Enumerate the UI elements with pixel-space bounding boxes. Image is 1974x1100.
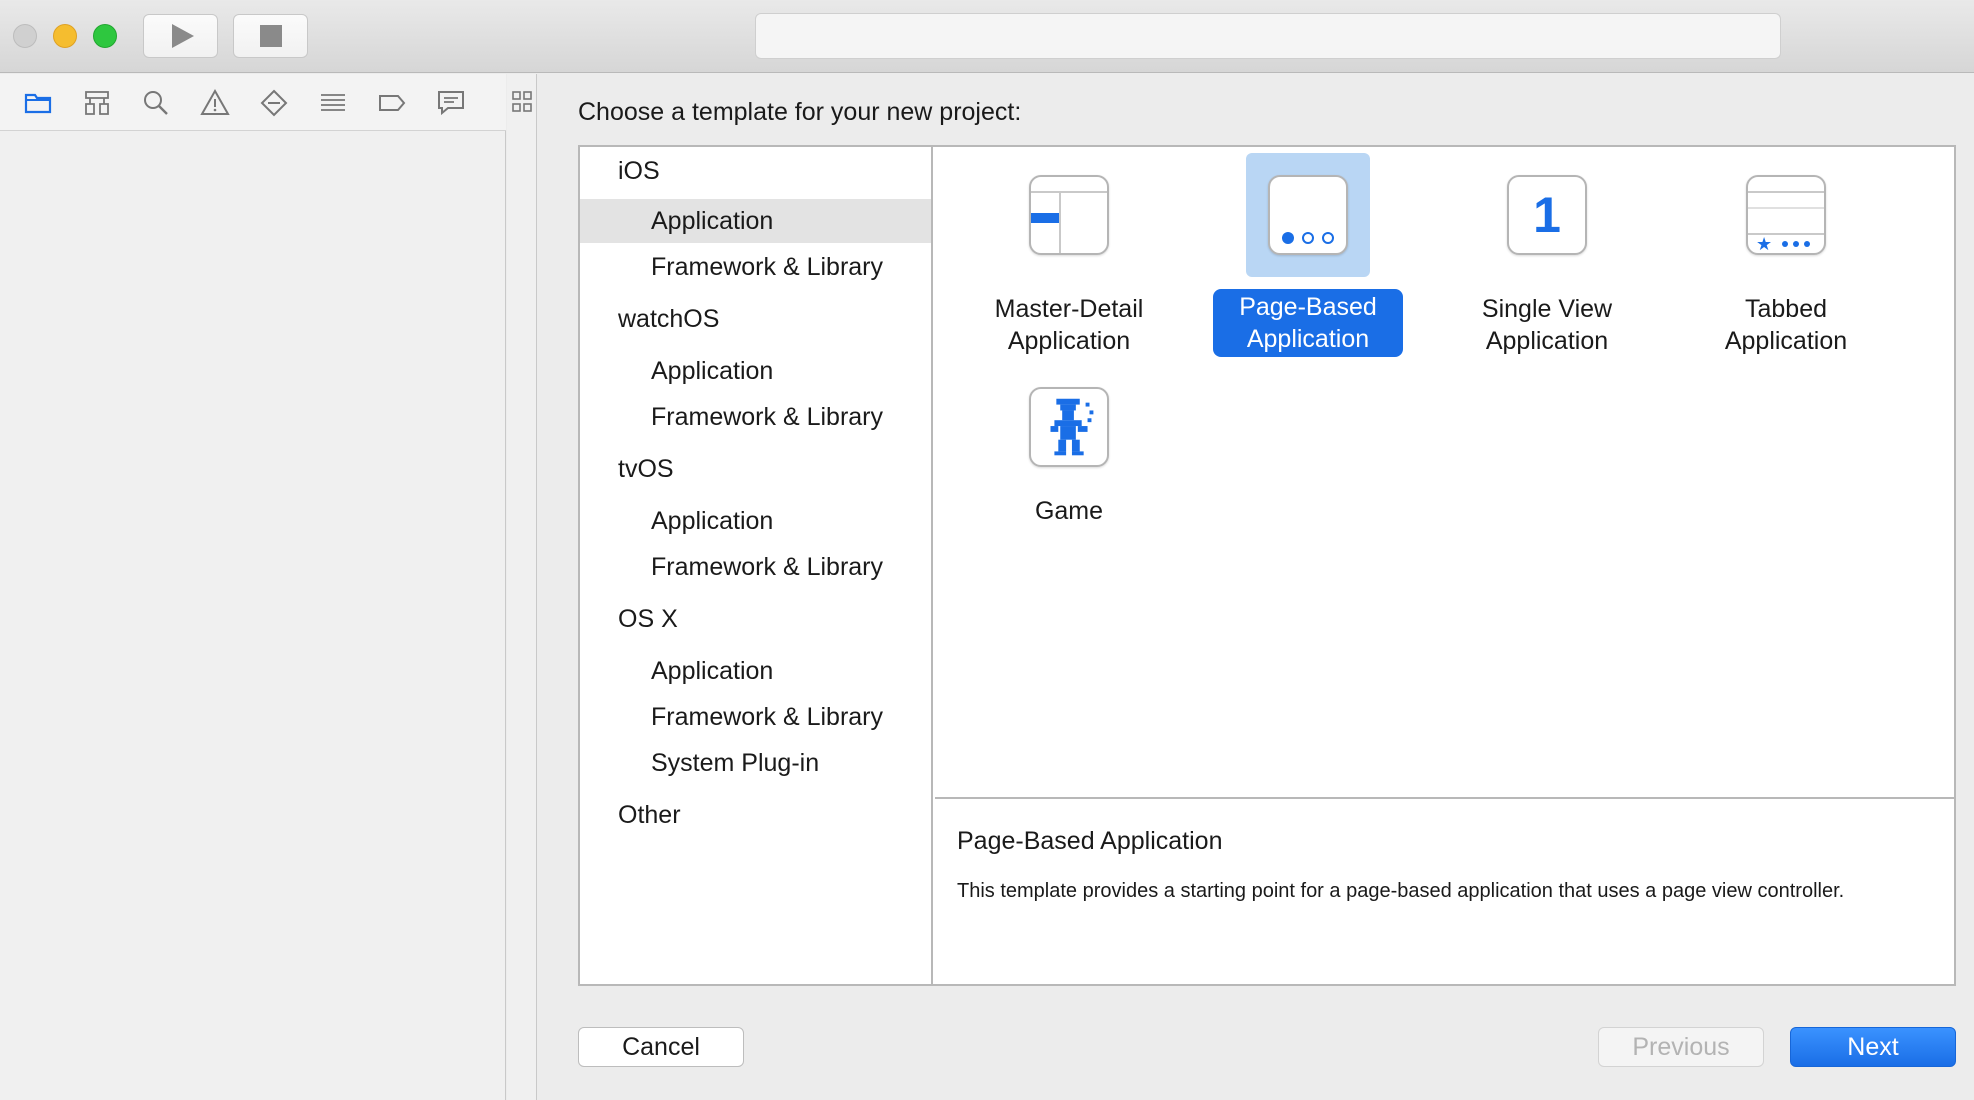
template-label-line1: Single View <box>1481 295 1613 323</box>
run-button[interactable] <box>143 14 218 58</box>
template-chooser: iOS Application Framework & Library watc… <box>578 145 1956 986</box>
template-label-line1: Game <box>1034 497 1104 525</box>
activity-viewer <box>755 13 1781 59</box>
platform-watchos-framework[interactable]: Framework & Library <box>580 395 931 439</box>
description-text: This template provides a starting point … <box>957 880 1845 902</box>
page-based-icon <box>1268 175 1348 255</box>
cancel-button[interactable]: Cancel <box>578 1027 744 1067</box>
stop-icon <box>259 25 282 47</box>
template-label-line2: Application <box>1724 327 1848 355</box>
platform-list: iOS Application Framework & Library watc… <box>580 147 933 984</box>
template-page-based[interactable]: Page-Based Application <box>1193 153 1423 357</box>
navigator-panel <box>0 74 506 1100</box>
description-title: Page-Based Application <box>957 827 1223 855</box>
template-label-selected: Page-Based Application <box>1213 289 1403 357</box>
template-label-line2: Application <box>1485 327 1609 355</box>
navigator-tab-bar <box>0 74 506 131</box>
next-button[interactable]: Next <box>1790 1027 1956 1067</box>
platform-tvos-application[interactable]: Application <box>580 499 931 543</box>
template-icon-frame <box>1007 365 1131 489</box>
tag-icon[interactable] <box>377 88 407 118</box>
platform-ios-application[interactable]: Application <box>580 199 931 243</box>
search-icon[interactable] <box>141 88 171 118</box>
platform-osx[interactable]: OS X <box>580 597 931 641</box>
platform-osx-framework[interactable]: Framework & Library <box>580 695 931 739</box>
selection-highlight <box>1246 153 1370 277</box>
list-icon[interactable] <box>318 88 348 118</box>
template-icon-frame: 1 <box>1485 153 1609 277</box>
template-label-line2: Application <box>1007 327 1131 355</box>
grid-icon[interactable] <box>511 90 533 116</box>
single-view-icon: 1 <box>1507 175 1587 255</box>
game-icon <box>1029 387 1109 467</box>
platform-ios[interactable]: iOS <box>580 149 931 193</box>
previous-button[interactable]: Previous <box>1598 1027 1764 1067</box>
warning-icon[interactable] <box>200 88 230 118</box>
new-project-sheet: Choose a template for your new project: … <box>538 74 1974 1100</box>
template-icon-frame <box>1007 153 1131 277</box>
comment-icon[interactable] <box>436 88 466 118</box>
template-tabbed[interactable]: ★ Tabbed Application <box>1671 153 1901 355</box>
minimize-window-button[interactable] <box>53 24 77 48</box>
template-game[interactable]: Game <box>954 365 1184 525</box>
template-single-view[interactable]: 1 Single View Application <box>1432 153 1662 355</box>
platform-ios-framework[interactable]: Framework & Library <box>580 245 931 289</box>
template-label-line1: Master-Detail <box>994 295 1144 323</box>
zoom-window-button[interactable] <box>93 24 117 48</box>
template-master-detail[interactable]: Master-Detail Application <box>954 153 1184 355</box>
template-label-line1: Tabbed <box>1744 295 1828 323</box>
sheet-title: Choose a template for your new project: <box>578 98 1022 126</box>
hierarchy-icon[interactable] <box>82 88 112 118</box>
stop-button[interactable] <box>233 14 308 58</box>
platform-osx-system-plugin[interactable]: System Plug-in <box>580 741 931 785</box>
inspector-strip <box>507 74 537 1100</box>
play-icon <box>171 24 194 48</box>
master-detail-icon <box>1029 175 1109 255</box>
tabbed-icon: ★ <box>1746 175 1826 255</box>
folder-icon[interactable] <box>23 88 53 118</box>
template-label-line1: Page-Based <box>1239 293 1377 321</box>
template-label-line2: Application <box>1246 325 1370 353</box>
platform-osx-application[interactable]: Application <box>580 649 931 693</box>
diamond-icon[interactable] <box>259 88 289 118</box>
platform-tvos[interactable]: tvOS <box>580 447 931 491</box>
single-view-glyph: 1 <box>1533 187 1561 243</box>
template-grid: Master-Detail Application Page-Based App… <box>935 147 1954 799</box>
template-description: Page-Based Application This template pro… <box>935 801 1954 984</box>
close-window-button[interactable] <box>13 24 37 48</box>
template-icon-frame: ★ <box>1724 153 1848 277</box>
platform-tvos-framework[interactable]: Framework & Library <box>580 545 931 589</box>
window-toolbar <box>0 0 1974 73</box>
platform-watchos-application[interactable]: Application <box>580 349 931 393</box>
platform-watchos[interactable]: watchOS <box>580 297 931 341</box>
platform-other[interactable]: Other <box>580 793 931 837</box>
